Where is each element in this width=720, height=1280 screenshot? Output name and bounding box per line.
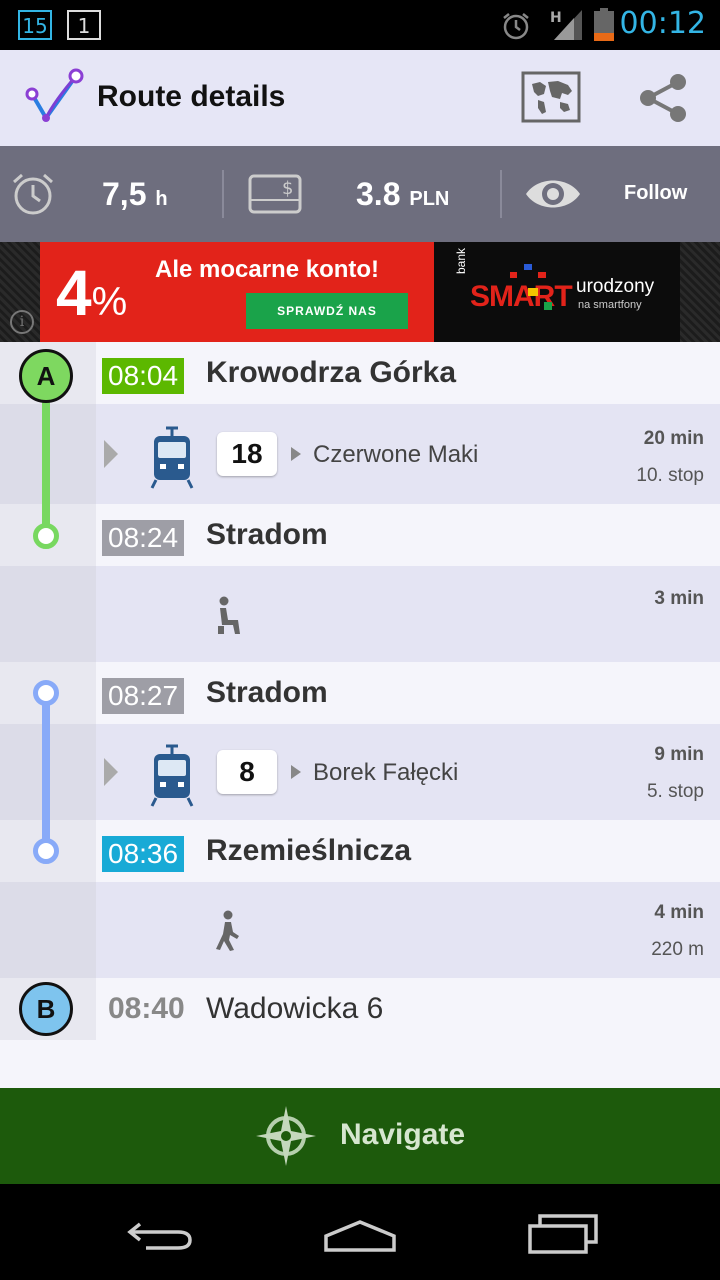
timeline-node bbox=[33, 523, 59, 549]
route-stop[interactable]: 08:04 Krowodrza Górka bbox=[0, 342, 720, 404]
notification-calendar-icon: 15 bbox=[18, 10, 52, 40]
route-leg-tram[interactable]: 8 Borek Fałęcki 9 min 5. stop bbox=[0, 724, 720, 820]
ad-promo[interactable]: 4% Ale mocarne konto! SPRAWDŹ NAS bbox=[40, 242, 434, 342]
timeline-node bbox=[33, 838, 59, 864]
route-leg-walk[interactable]: 4 min 220 m bbox=[0, 882, 720, 978]
expand-arrow-icon[interactable] bbox=[102, 756, 120, 788]
ad-percent-number: 4 bbox=[56, 257, 92, 329]
ad-banner[interactable]: i 4% Ale mocarne konto! SPRAWDŹ NAS bank… bbox=[0, 242, 720, 342]
tram-icon bbox=[150, 744, 194, 807]
ad-bank-text: bank bbox=[454, 247, 468, 274]
ad-percent-sign: % bbox=[91, 280, 128, 324]
route-itinerary: 08:04 Krowodrza Górka 18 Czerwone Maki 2… bbox=[0, 342, 720, 1042]
line-number-badge: 18 bbox=[217, 432, 277, 476]
price-number: 3.8 bbox=[356, 176, 401, 212]
tram-icon bbox=[150, 426, 194, 489]
expand-arrow-icon[interactable] bbox=[102, 438, 120, 470]
leg-stops: 5. stop bbox=[646, 781, 704, 802]
network-type-label: H bbox=[550, 10, 562, 26]
duration-value: 7,5 h bbox=[102, 176, 168, 213]
leg-duration: 9 min bbox=[654, 744, 704, 765]
ad-logo-dots-icon bbox=[510, 264, 552, 310]
alarm-status-icon bbox=[503, 13, 529, 40]
direction-text: Czerwone Maki bbox=[313, 441, 479, 468]
timeline-node bbox=[33, 680, 59, 706]
stop-time: 08:24 bbox=[102, 520, 185, 556]
stop-name: Wadowicka 6 bbox=[206, 992, 384, 1025]
home-icon[interactable] bbox=[322, 1218, 398, 1254]
ad-tagline: urodzony bbox=[576, 276, 655, 297]
direction-text: Borek Fałęcki bbox=[313, 759, 459, 786]
duration-unit: h bbox=[155, 188, 168, 210]
navigate-label: Navigate bbox=[340, 1118, 466, 1151]
waiting-person-icon bbox=[218, 596, 240, 634]
leg-duration: 4 min bbox=[654, 902, 704, 923]
battery-icon bbox=[594, 8, 614, 41]
timeline-track-segment bbox=[42, 693, 50, 853]
ad-percent: 4% bbox=[56, 256, 127, 330]
recent-apps-icon[interactable] bbox=[528, 1212, 600, 1254]
price-unit: PLN bbox=[409, 188, 450, 210]
clock: 00:12 bbox=[619, 6, 706, 41]
route-destination[interactable]: 08:40 Wadowicka 6 bbox=[0, 978, 720, 1040]
ticket-symbol: $ bbox=[282, 178, 293, 199]
follow-button[interactable]: Follow bbox=[624, 182, 687, 205]
direction-arrow-icon bbox=[291, 765, 301, 779]
route-leg-wait[interactable]: 3 min bbox=[0, 566, 720, 662]
walking-person-icon bbox=[216, 910, 239, 951]
stop-name: Stradom bbox=[206, 676, 328, 709]
notification-count-icon: 1 bbox=[67, 10, 101, 40]
back-icon[interactable] bbox=[126, 1218, 194, 1254]
divider bbox=[500, 170, 502, 218]
system-navigation-bar bbox=[0, 1184, 720, 1280]
stop-name: Krowodrza Górka bbox=[206, 356, 457, 389]
leg-distance: 220 m bbox=[651, 939, 704, 960]
timeline-gutter bbox=[0, 882, 96, 978]
status-bar: 15 1 H 00:12 bbox=[0, 0, 720, 50]
stop-name: Rzemieślnicza bbox=[206, 834, 412, 867]
ad-brand[interactable]: bank SMART urodzony na smartfony bbox=[434, 242, 680, 342]
eye-icon[interactable] bbox=[524, 174, 582, 214]
stop-time: 08:04 bbox=[102, 358, 185, 394]
start-marker: A bbox=[19, 349, 73, 403]
share-icon[interactable] bbox=[638, 72, 688, 124]
alarm-clock-icon bbox=[13, 173, 53, 215]
route-logo-icon[interactable] bbox=[24, 66, 88, 130]
line-number-badge: 8 bbox=[217, 750, 277, 794]
route-stop[interactable]: 08:24 Stradom bbox=[0, 504, 720, 566]
ad-tagline-sub: na smartfony bbox=[578, 299, 642, 311]
ad-cta-button[interactable]: SPRAWDŹ NAS bbox=[246, 293, 408, 329]
stop-time: 08:40 bbox=[108, 992, 185, 1025]
stop-name: Stradom bbox=[206, 518, 328, 551]
duration-number: 7,5 bbox=[102, 176, 147, 212]
leg-stops: 10. stop bbox=[636, 465, 704, 486]
action-bar: Route details bbox=[0, 50, 720, 146]
route-stop[interactable]: 08:27 Stradom bbox=[0, 662, 720, 724]
navigate-button[interactable]: Navigate bbox=[0, 1088, 720, 1184]
price-value: 3.8 PLN bbox=[356, 176, 449, 213]
route-summary-bar: 7,5 h $ 3.8 PLN Follow bbox=[0, 146, 720, 242]
divider bbox=[222, 170, 224, 218]
ad-headline: Ale mocarne konto! bbox=[155, 256, 380, 283]
ad-info-icon[interactable]: i bbox=[10, 310, 34, 334]
leg-duration: 3 min bbox=[654, 588, 704, 609]
compass-icon bbox=[256, 1106, 316, 1166]
route-leg-tram[interactable]: 18 Czerwone Maki 20 min 10. stop bbox=[0, 404, 720, 504]
route-stop[interactable]: 08:36 Rzemieślnicza bbox=[0, 820, 720, 882]
timeline-gutter bbox=[0, 566, 96, 662]
page-title: Route details bbox=[97, 80, 286, 113]
stop-time: 08:36 bbox=[102, 836, 185, 872]
leg-duration: 20 min bbox=[643, 428, 704, 449]
signal-icon: H bbox=[550, 10, 582, 40]
map-icon[interactable] bbox=[520, 70, 582, 124]
ticket-icon: $ bbox=[248, 174, 302, 214]
direction-arrow-icon bbox=[291, 447, 301, 461]
end-marker: B bbox=[19, 982, 73, 1036]
stop-time: 08:27 bbox=[102, 678, 185, 714]
